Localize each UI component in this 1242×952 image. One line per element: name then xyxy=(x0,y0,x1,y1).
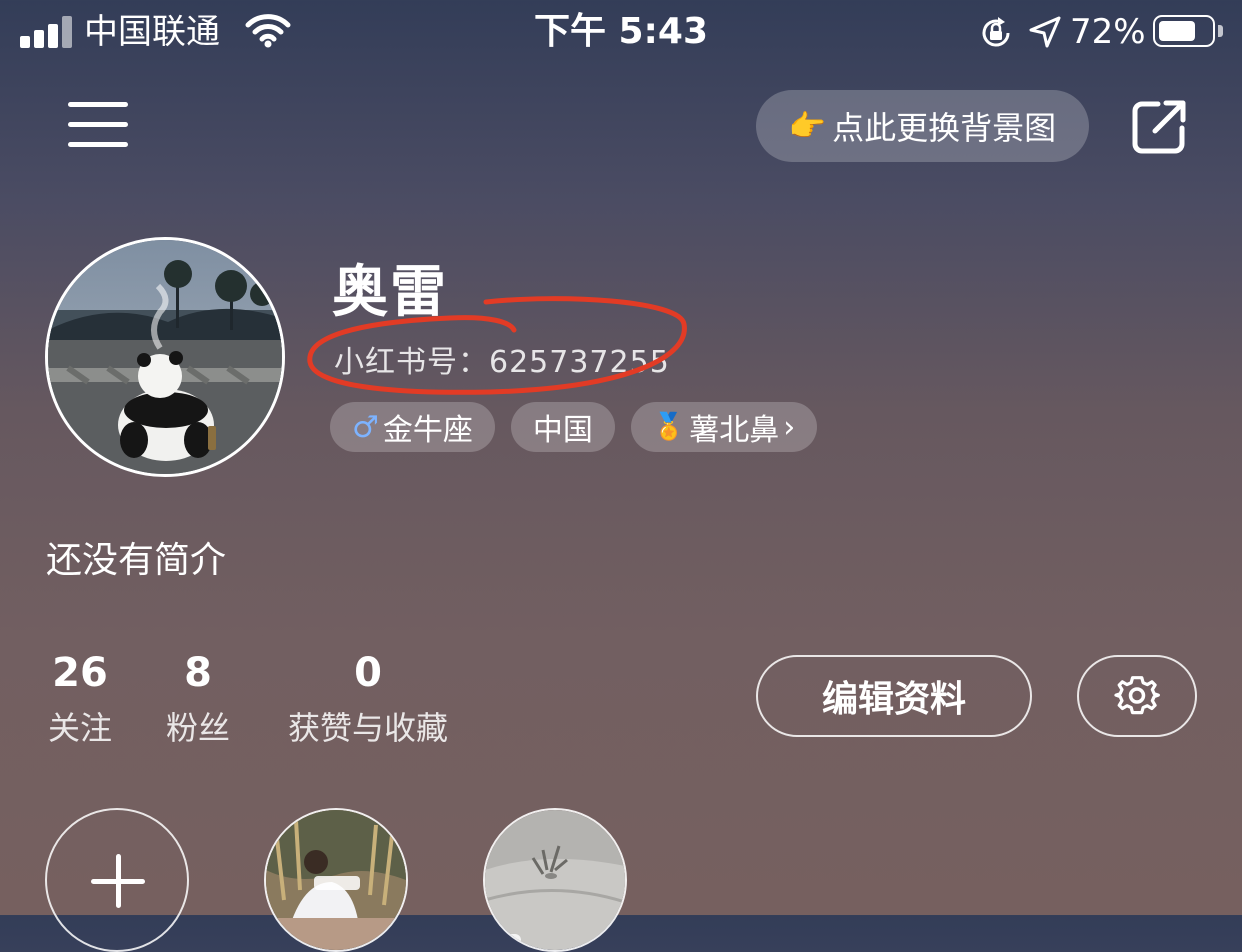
edit-profile-button[interactable]: 编辑资料 xyxy=(756,655,1032,737)
medal-icon: 🏅 xyxy=(652,412,686,442)
chevron-right-icon: › xyxy=(783,409,796,445)
stat-label: 关注 xyxy=(47,709,112,747)
pointing-hand-icon: 👉 xyxy=(788,108,827,144)
story-thumbnail[interactable] xyxy=(264,808,408,952)
male-icon: ♂ xyxy=(352,409,379,445)
story-thumbnail[interactable] xyxy=(483,808,627,952)
stat-likes-collects[interactable]: 0 获赞与收藏 xyxy=(280,650,456,750)
stat-label: 获赞与收藏 xyxy=(287,709,448,747)
tag-region[interactable]: 中国 xyxy=(510,402,615,452)
profile-name: 奥雷 xyxy=(332,260,448,325)
profile-id: 小红书号：625737255 xyxy=(334,345,670,380)
stat-followers[interactable]: 8 粉丝 xyxy=(162,650,234,750)
gear-icon xyxy=(1114,676,1160,715)
story-photo xyxy=(266,810,406,950)
stat-following[interactable]: 26 关注 xyxy=(44,650,116,750)
battery-percent: 72% xyxy=(1070,12,1146,52)
avatar-photo xyxy=(48,240,282,474)
tag-level[interactable]: 🏅 薯北鼻 › xyxy=(630,402,818,452)
battery-icon xyxy=(1153,15,1215,47)
stat-value: 0 xyxy=(354,650,382,696)
menu-icon xyxy=(68,102,128,107)
change-background-label: 点此更换背景图 xyxy=(832,109,1057,147)
stat-label: 粉丝 xyxy=(165,709,230,747)
share-icon[interactable] xyxy=(1130,98,1188,156)
story-photo xyxy=(485,810,625,950)
avatar[interactable] xyxy=(45,237,285,477)
profile-bio: 还没有简介 xyxy=(46,540,227,581)
rotation-lock-icon xyxy=(982,17,1010,47)
status-bar: 中国联通 下午 5:43 72% xyxy=(0,0,1242,66)
add-highlight-button[interactable] xyxy=(45,808,189,952)
stat-value: 26 xyxy=(52,650,108,696)
battery-cap xyxy=(1218,25,1223,37)
tag-zodiac[interactable]: ♂ 金牛座 xyxy=(330,402,495,452)
profile-tags: ♂ 金牛座 中国 🏅 薯北鼻 › xyxy=(330,402,818,452)
change-background-button[interactable]: 👉 点此更换背景图 xyxy=(756,90,1089,162)
tag-label: 金牛座 xyxy=(382,413,473,448)
menu-button[interactable] xyxy=(68,100,130,152)
tag-label: 中国 xyxy=(532,413,593,448)
stat-value: 8 xyxy=(184,650,212,696)
location-icon xyxy=(1029,16,1061,48)
tag-label: 薯北鼻 xyxy=(689,413,780,448)
settings-button[interactable] xyxy=(1077,655,1197,737)
